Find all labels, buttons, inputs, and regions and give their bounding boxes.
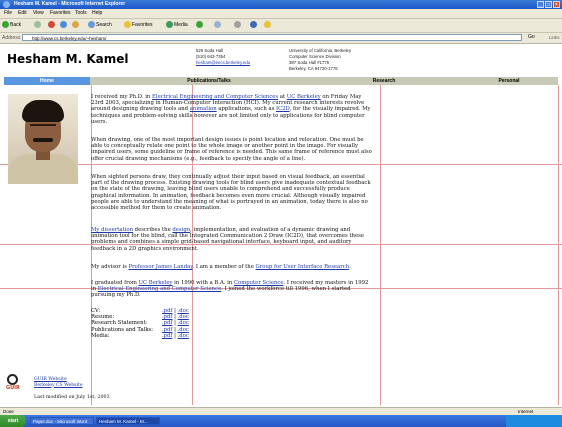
media-button[interactable]: Media — [166, 21, 188, 30]
page-title: Hesham M. Kamel — [7, 52, 129, 66]
profile-photo — [8, 94, 78, 184]
advisor-paragraph: My advisor is Professor James Landay. I … — [91, 264, 351, 270]
stop-button[interactable] — [48, 21, 56, 30]
print-button[interactable] — [234, 21, 242, 30]
history-button[interactable] — [196, 21, 204, 30]
print-icon — [234, 21, 241, 29]
mail-button[interactable] — [214, 21, 222, 30]
research-doc-link[interactable]: .doc — [178, 320, 189, 326]
edit-button[interactable] — [250, 21, 258, 30]
guide-line — [380, 85, 381, 405]
history-icon — [196, 21, 203, 29]
cv-pdf-link[interactable]: .pdf — [162, 308, 172, 314]
menu-file[interactable]: File — [4, 10, 12, 16]
media-icon — [166, 21, 173, 29]
nav-research[interactable]: Research — [344, 77, 424, 85]
menu-bar: File Edit View Favorites Tools Help — [0, 9, 562, 19]
address-label: Address — [2, 35, 21, 41]
folder-icon — [264, 21, 271, 29]
ucb-grad-link[interactable]: UC Berkeley — [139, 280, 173, 286]
guide-line — [558, 85, 559, 405]
nav-bar: Home Publications/Talks Research Persona… — [4, 77, 558, 85]
home-icon — [72, 21, 79, 29]
email-link[interactable]: hesham@eecs.berkeley.edu — [196, 60, 250, 65]
guir-link[interactable]: Group for User Interface Research — [256, 264, 350, 270]
home-button[interactable] — [72, 21, 80, 30]
go-button[interactable]: Go — [528, 34, 535, 40]
doc-label-media: Media: — [91, 332, 110, 339]
forward-button[interactable] — [34, 21, 42, 30]
menu-favorites[interactable]: Favorites — [50, 10, 71, 16]
resume-doc-link[interactable]: .doc — [178, 314, 189, 320]
nav-personal[interactable]: Personal — [474, 77, 544, 85]
refresh-button[interactable] — [60, 21, 68, 30]
system-tray — [506, 415, 562, 427]
advisor-link[interactable]: Professor James Landay — [129, 264, 193, 270]
back-arrow-icon — [2, 21, 9, 29]
title-bar: Hesham M. Kamel - Microsoft Internet Exp… — [0, 0, 562, 9]
star-icon — [124, 21, 131, 29]
pubs-doc-link[interactable]: .doc — [178, 327, 189, 333]
start-button[interactable]: start — [0, 415, 26, 427]
menu-edit[interactable]: Edit — [18, 10, 27, 16]
back-button[interactable]: Back — [2, 21, 21, 30]
pubs-pdf-link[interactable]: .pdf — [162, 327, 172, 333]
guir-website-link[interactable]: GUIR Website — [34, 377, 67, 382]
footer-links: GUIR Website Berkeley CS Website — [34, 377, 83, 388]
task-word[interactable]: Paper.doc - Microsoft Word — [30, 417, 94, 425]
document-links: .pdf | .doc .pdf | .doc .pdf | .doc .pdf… — [162, 308, 189, 339]
search-button[interactable]: Search — [88, 21, 112, 30]
forward-arrow-icon — [34, 21, 41, 29]
links-button[interactable]: Links — [549, 35, 560, 40]
task-ie[interactable]: Hesham M. Kamel - M... — [96, 417, 160, 425]
refresh-icon — [60, 21, 67, 29]
education-paragraph: I graduated from UC Berkeley in 1990 wit… — [91, 280, 369, 299]
document-labels: CV: Resume: Research Statement: Publicat… — [91, 308, 153, 339]
media-pdf-link[interactable]: .pdf — [162, 333, 172, 339]
berkeley-cs-link[interactable]: Berkeley CS Website — [34, 383, 83, 388]
stop-icon — [48, 21, 55, 29]
guir-logo[interactable]: GUIR — [6, 374, 20, 392]
doc-label-research: Research Statement: — [91, 320, 148, 327]
doc-label-pubs: Publications and Talks: — [91, 326, 154, 333]
taskbar: start Paper.doc - Microsoft Word Hesham … — [0, 415, 562, 427]
contact-address: University of California, Berkeley Compu… — [289, 48, 352, 71]
web-page: Hesham M. Kamel 525 Soda Hall (510) 643-… — [0, 44, 562, 407]
eecs-masters-link[interactable]: Electrical Engineering and Computer Scie… — [98, 286, 221, 292]
menu-help[interactable]: Help — [92, 10, 102, 16]
drawing-paragraph: When drawing, one of the most important … — [91, 137, 372, 162]
toolbar: Back Search Favorites Media — [0, 19, 562, 33]
edit-icon — [250, 21, 257, 29]
animation-link[interactable]: animation — [190, 106, 217, 112]
cs-link[interactable]: Computer Science — [234, 280, 283, 286]
dissertation-paragraph: My dissertation describes the design, im… — [91, 227, 364, 252]
ie-icon — [3, 1, 10, 8]
minimize-button[interactable]: _ — [537, 1, 544, 8]
favorites-button[interactable]: Favorites — [124, 21, 153, 30]
media-doc-link[interactable]: .doc — [178, 333, 189, 339]
ic2d-link[interactable]: IC2D — [276, 106, 290, 112]
window-title: Hesham M. Kamel - Microsoft Internet Exp… — [14, 1, 126, 7]
resume-pdf-link[interactable]: .pdf — [162, 314, 172, 320]
menu-view[interactable]: View — [33, 10, 44, 16]
intro-paragraph: I received my Ph.D. in Electrical Engine… — [91, 94, 371, 125]
mail-icon — [214, 21, 221, 29]
cv-doc-link[interactable]: .doc — [178, 308, 189, 314]
menu-tools[interactable]: Tools — [75, 10, 87, 16]
messenger-button[interactable] — [264, 21, 272, 30]
guide-line — [0, 164, 562, 165]
maximize-button[interactable]: □ — [545, 1, 552, 8]
research-pdf-link[interactable]: .pdf — [162, 320, 172, 326]
close-button[interactable]: × — [553, 1, 560, 8]
feedback-paragraph: When sighted persons draw, they continua… — [91, 174, 371, 212]
address-input[interactable]: http://www.cs.berkeley.edu/~hesham/ — [22, 34, 522, 41]
nav-publications[interactable]: Publications/Talks — [154, 77, 264, 85]
contact-office: 525 Soda Hall (510) 643-7354 hesham@eecs… — [196, 48, 251, 65]
nav-home[interactable]: Home — [4, 77, 90, 85]
address-bar: Address http://www.cs.berkeley.edu/~hesh… — [0, 33, 562, 44]
last-modified: Last modified on July 1st, 2003 — [34, 395, 110, 400]
search-icon — [88, 21, 95, 29]
